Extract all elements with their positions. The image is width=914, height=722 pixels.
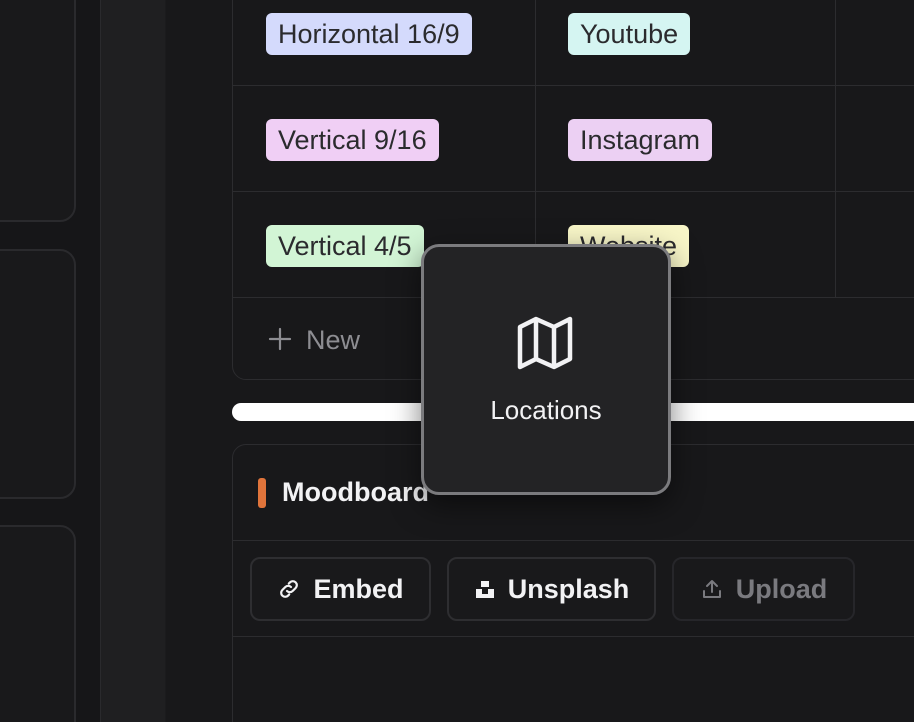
left-card-1[interactable] (0, 0, 76, 222)
moodboard-accent-bar (258, 478, 266, 508)
upload-icon (700, 577, 724, 601)
new-row-label: New (306, 324, 361, 355)
embed-label: Embed (313, 573, 404, 604)
link-icon (277, 577, 301, 601)
left-card-3[interactable]: s (0, 525, 76, 722)
column-divider-line (835, 0, 836, 298)
locations-label: Locations (490, 395, 602, 425)
left-card-2[interactable]: s (0, 249, 76, 499)
plus-icon (268, 323, 292, 357)
map-icon (516, 315, 574, 376)
unsplash-button[interactable]: Unsplash (447, 557, 656, 621)
format-tag[interactable]: Vertical 4/5 (266, 225, 424, 267)
upload-button[interactable]: Upload (672, 557, 855, 621)
format-tag[interactable]: Vertical 9/16 (266, 119, 439, 161)
unsplash-label: Unsplash (507, 573, 630, 604)
embed-button[interactable]: Embed (250, 557, 431, 621)
platform-tag[interactable]: Youtube (568, 13, 691, 55)
left-column: s s (0, 0, 100, 722)
divider (232, 636, 914, 637)
unsplash-icon (474, 578, 496, 600)
column-divider (100, 0, 166, 722)
locations-drag-preview[interactable]: Locations (421, 244, 671, 495)
format-tag[interactable]: Horizontal 16/9 (266, 13, 472, 55)
platform-tag[interactable]: Instagram (568, 119, 713, 161)
upload-label: Upload (735, 573, 828, 604)
new-row-button[interactable]: New (268, 322, 360, 358)
moodboard-title: Moodboard (282, 477, 429, 507)
divider (232, 540, 914, 541)
